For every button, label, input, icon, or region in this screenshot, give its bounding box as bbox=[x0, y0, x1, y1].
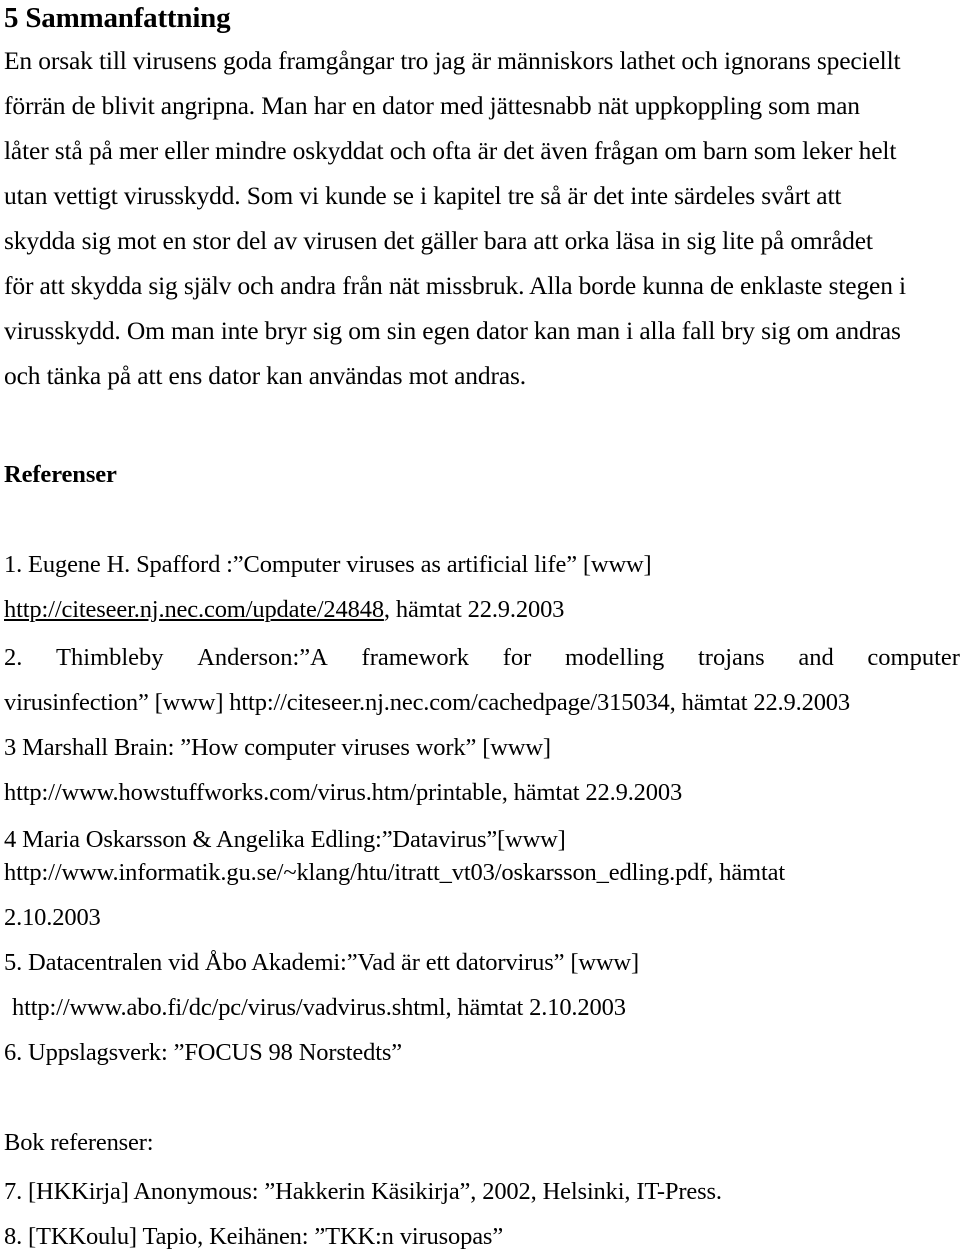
reference-item-3-line: 3 Marshall Brain: ”How computer viruses … bbox=[4, 734, 551, 761]
reference-item-4-line: 4 Maria Oskarsson & Angelika Edling:”Dat… bbox=[4, 826, 566, 853]
summary-line: låter stå på mer eller mindre oskyddat o… bbox=[4, 136, 897, 165]
reference-item-1-line: 1. Eugene H. Spafford :”Computer viruses… bbox=[4, 551, 652, 578]
reference-item-2-line: 2. Thimbleby Anderson:”A framework for m… bbox=[4, 644, 960, 671]
reference-1-retrieved-date: , hämtat 22.9.2003 bbox=[383, 596, 565, 623]
summary-line: virusskydd. Om man inte bryr sig om sin … bbox=[4, 316, 901, 345]
summary-line: utan vettigt virusskydd. Som vi kunde se… bbox=[4, 181, 842, 210]
reference-item-3-url-line: http://www.howstuffworks.com/virus.htm/p… bbox=[4, 779, 683, 806]
reference-item-4-url-line: http://www.informatik.gu.se/~klang/htu/i… bbox=[4, 859, 785, 886]
reference-item-5-url-line: http://www.abo.fi/dc/pc/virus/vadvirus.s… bbox=[12, 994, 626, 1021]
ref2-word: modelling bbox=[564, 644, 665, 671]
summary-line: och tänka på att ens dator kan användas … bbox=[4, 361, 526, 390]
reference-item-7-line: 7. [HKKirja] Anonymous: ”Hakkerin Käsiki… bbox=[4, 1178, 722, 1205]
reference-item-5-line: 5. Datacentralen vid Åbo Akademi:”Vad är… bbox=[4, 949, 639, 976]
reference-1-url-link[interactable]: http://citeseer.nj.nec.com/update/24848 bbox=[4, 596, 384, 623]
ref2-word: Anderson:”A bbox=[197, 644, 328, 671]
reference-item-8-line: 8. [TKKoulu] Tapio, Keihänen: ”TKK:n vir… bbox=[4, 1223, 504, 1250]
reference-item-2-line: virusinfection” [www] http://citeseer.nj… bbox=[4, 689, 851, 716]
references-heading: Referenser bbox=[4, 461, 117, 488]
ref2-word: computer bbox=[867, 644, 960, 671]
reference-item-4-date-line: 2.10.2003 bbox=[4, 904, 101, 931]
reference-item-6-line: 6. Uppslagsverk: ”FOCUS 98 Norstedts” bbox=[4, 1039, 402, 1066]
ref2-word: and bbox=[798, 644, 834, 671]
ref2-word: 2. bbox=[4, 644, 23, 671]
summary-line: skydda sig mot en stor del av virusen de… bbox=[4, 226, 873, 255]
ref2-word: framework bbox=[361, 644, 470, 671]
book-references-heading: Bok referenser: bbox=[4, 1129, 154, 1156]
summary-line: En orsak till virusens goda framgångar t… bbox=[4, 46, 901, 75]
summary-line: för att skydda sig själv och andra från … bbox=[4, 271, 906, 300]
ref2-word: trojans bbox=[697, 644, 765, 671]
summary-line: förrän de blivit angripna. Man har en da… bbox=[4, 91, 860, 120]
page-title: 5 Sammanfattning bbox=[4, 2, 231, 34]
ref2-word: Thimbleby bbox=[56, 644, 164, 671]
ref2-word: for bbox=[502, 644, 532, 671]
reference-item-1-url-line: http://citeseer.nj.nec.com/update/24848,… bbox=[4, 596, 565, 623]
document-page: 5 Sammanfattning En orsak till virusens … bbox=[0, 0, 960, 1253]
